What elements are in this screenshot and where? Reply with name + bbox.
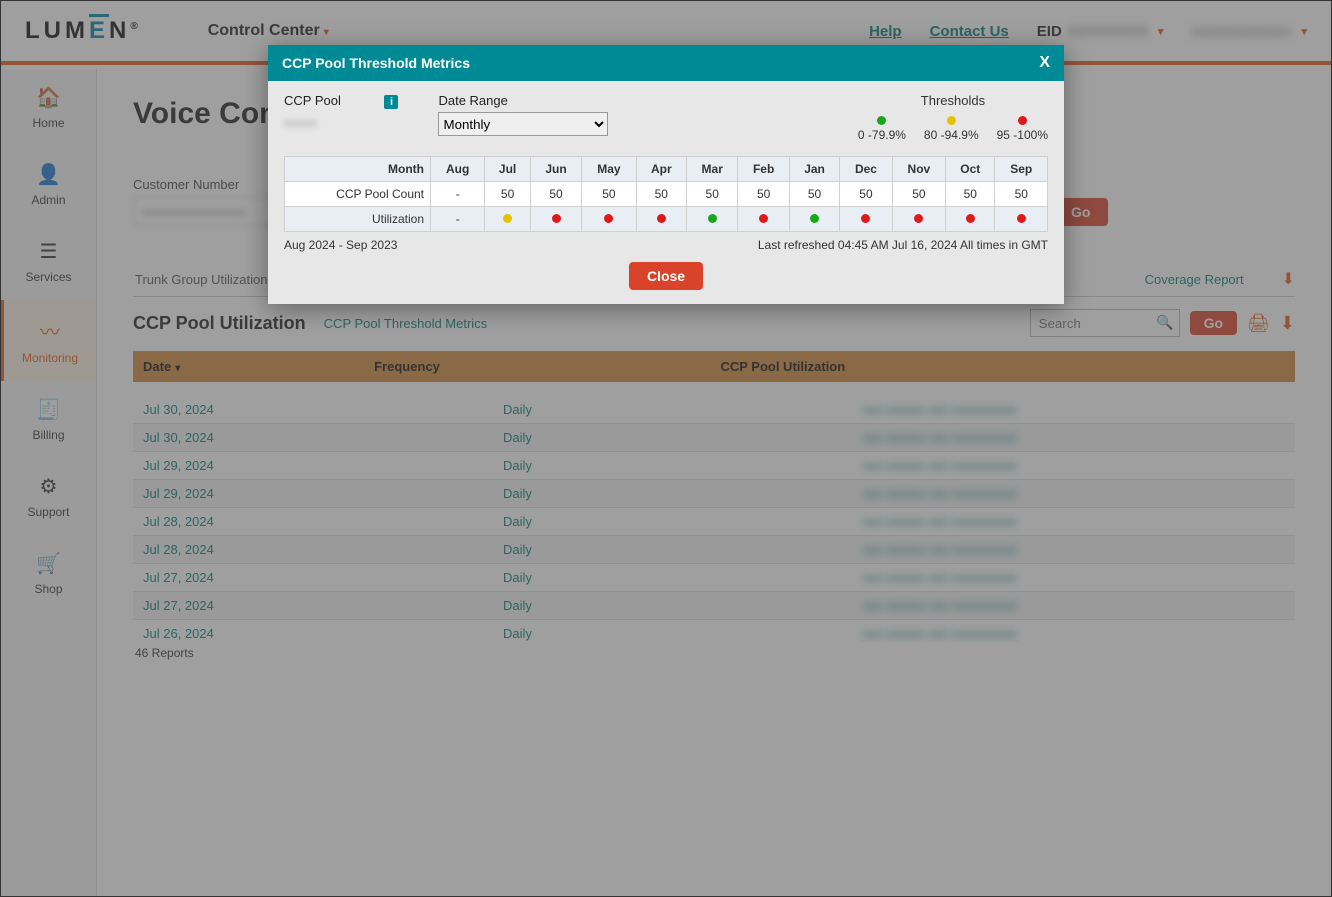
threshold-metrics-modal: CCP Pool Threshold Metrics X CCP Pool i … <box>268 45 1064 304</box>
metrics-cell: 50 <box>485 182 530 207</box>
refreshed-text: Last refreshed 04:45 AM Jul 16, 2024 All… <box>758 238 1048 252</box>
metrics-col: Nov <box>892 157 945 182</box>
date-range-group: Date Range Monthly <box>438 93 608 136</box>
metrics-cell: 50 <box>738 182 789 207</box>
dot-red-icon <box>861 214 870 223</box>
metrics-col: Mar <box>687 157 738 182</box>
legend-green: 0 -79.9% <box>858 114 906 142</box>
metrics-cell <box>946 207 995 232</box>
ccp-pool-value: xxxxx <box>284 115 398 130</box>
metrics-cell <box>738 207 789 232</box>
metrics-col: Oct <box>946 157 995 182</box>
metrics-table: MonthAugJulJunMayAprMarFebJanDecNovOctSe… <box>284 156 1048 232</box>
metrics-col: Feb <box>738 157 789 182</box>
metrics-col: Dec <box>840 157 892 182</box>
metrics-cell <box>995 207 1048 232</box>
legend-yellow: 80 -94.9% <box>924 114 979 142</box>
metrics-col: May <box>582 157 636 182</box>
metrics-cell <box>789 207 839 232</box>
metrics-cell <box>485 207 530 232</box>
dot-green-icon <box>810 214 819 223</box>
dot-red-icon <box>657 214 666 223</box>
info-icon[interactable]: i <box>384 95 398 109</box>
metrics-col: Jan <box>789 157 839 182</box>
date-range-label: Date Range <box>438 93 608 108</box>
dot-red-icon <box>914 214 923 223</box>
metrics-cell: 50 <box>840 182 892 207</box>
metrics-cell: 50 <box>636 182 686 207</box>
metrics-cell: 50 <box>789 182 839 207</box>
dot-red-icon <box>966 214 975 223</box>
thresholds-legend: Thresholds 0 -79.9% 80 -94.9% 95 -100% <box>858 93 1048 142</box>
metrics-cell <box>530 207 581 232</box>
metrics-cell: - <box>431 182 485 207</box>
metrics-cell <box>582 207 636 232</box>
ccp-pool-label: CCP Pool <box>284 93 341 108</box>
close-button[interactable]: Close <box>629 262 703 290</box>
legend-red: 95 -100% <box>997 114 1048 142</box>
metrics-cell: 50 <box>687 182 738 207</box>
dot-green-icon <box>877 116 886 125</box>
metrics-cell <box>892 207 945 232</box>
dot-red-icon <box>604 214 613 223</box>
dot-yellow-icon <box>947 116 956 125</box>
metrics-row-label: Utilization <box>285 207 431 232</box>
dot-red-icon <box>552 214 561 223</box>
range-span: Aug 2024 - Sep 2023 <box>284 238 397 252</box>
metrics-col: Apr <box>636 157 686 182</box>
metrics-row-label: CCP Pool Count <box>285 182 431 207</box>
metrics-cell <box>687 207 738 232</box>
close-icon[interactable]: X <box>1039 54 1050 72</box>
date-range-select[interactable]: Monthly <box>438 112 608 136</box>
metrics-cell: 50 <box>582 182 636 207</box>
metrics-col: Jul <box>485 157 530 182</box>
metrics-col: Aug <box>431 157 485 182</box>
metrics-col: Sep <box>995 157 1048 182</box>
dot-green-icon <box>708 214 717 223</box>
metrics-cell: 50 <box>946 182 995 207</box>
metrics-cell: 50 <box>892 182 945 207</box>
dot-red-icon <box>1018 116 1027 125</box>
modal-header: CCP Pool Threshold Metrics X <box>268 45 1064 81</box>
dot-red-icon <box>759 214 768 223</box>
metrics-cell <box>636 207 686 232</box>
modal-body: CCP Pool i xxxxx Date Range Monthly Thre… <box>268 81 1064 304</box>
modal-title: CCP Pool Threshold Metrics <box>282 55 470 71</box>
metrics-cell: 50 <box>995 182 1048 207</box>
dot-red-icon <box>1017 214 1026 223</box>
modal-overlay: CCP Pool Threshold Metrics X CCP Pool i … <box>1 1 1331 896</box>
thresholds-label: Thresholds <box>858 93 1048 108</box>
ccp-pool-group: CCP Pool i xxxxx <box>284 93 398 130</box>
metrics-col: Month <box>285 157 431 182</box>
metrics-cell <box>840 207 892 232</box>
metrics-col: Jun <box>530 157 581 182</box>
metrics-cell: 50 <box>530 182 581 207</box>
dot-yellow-icon <box>503 214 512 223</box>
metrics-cell: - <box>431 207 485 232</box>
